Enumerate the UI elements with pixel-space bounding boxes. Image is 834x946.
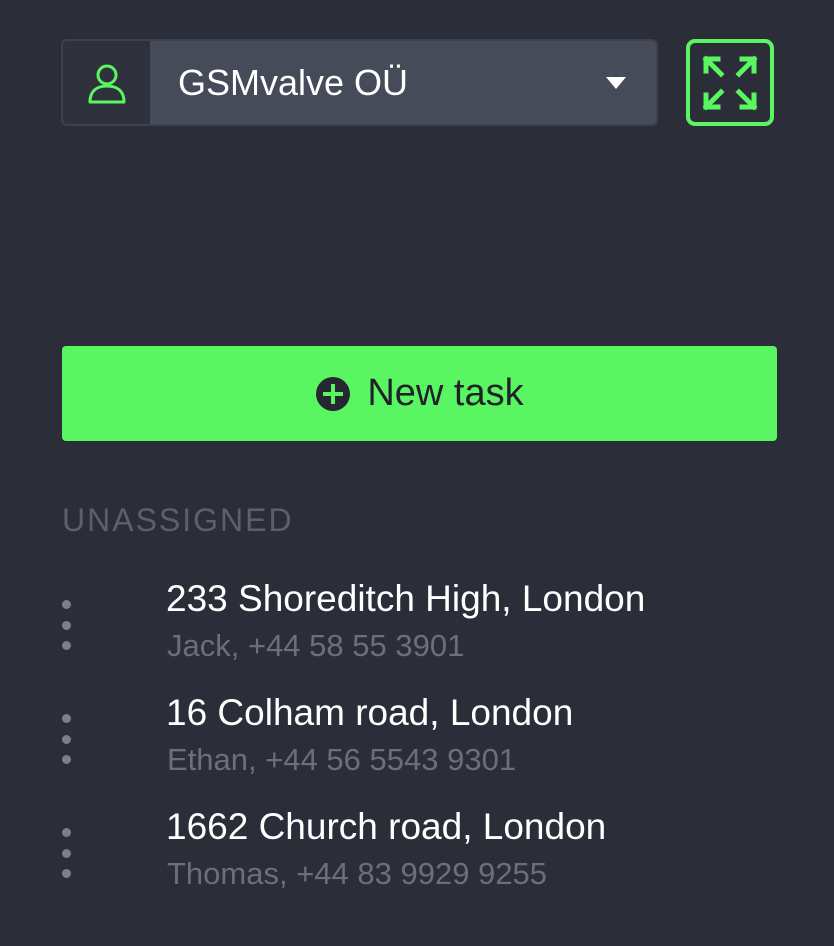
expand-icon xyxy=(702,54,758,111)
organization-select[interactable]: GSMvalve OÜ xyxy=(61,39,658,126)
task-address: 16 Colham road, London xyxy=(166,692,574,733)
drag-handle-icon[interactable] xyxy=(60,828,72,878)
section-title: UNASSIGNED xyxy=(62,502,294,538)
new-task-button[interactable]: New task xyxy=(62,346,777,441)
task-item[interactable]: 1662 Church road, London Thomas, +44 83 … xyxy=(0,806,834,906)
drag-handle-icon[interactable] xyxy=(60,714,72,764)
task-address: 1662 Church road, London xyxy=(166,806,607,847)
task-address: 233 Shoreditch High, London xyxy=(166,578,646,619)
user-icon xyxy=(88,64,125,103)
task-item[interactable]: 16 Colham road, London Ethan, +44 56 554… xyxy=(0,692,834,792)
task-contact: Ethan, +44 56 5543 9301 xyxy=(167,742,517,777)
task-contact: Jack, +44 58 55 3901 xyxy=(167,628,465,663)
task-item[interactable]: 233 Shoreditch High, London Jack, +44 58… xyxy=(0,578,834,678)
org-avatar xyxy=(63,41,150,124)
expand-button[interactable] xyxy=(686,39,774,126)
drag-handle-icon[interactable] xyxy=(60,600,72,650)
plus-circle-icon xyxy=(316,376,351,411)
task-contact: Thomas, +44 83 9929 9255 xyxy=(167,856,548,891)
organization-name: GSMvalve OÜ xyxy=(178,61,409,103)
caret-down-icon xyxy=(576,41,656,124)
new-task-label: New task xyxy=(367,372,524,414)
app-panel: GSMvalve OÜ New task UNASSIGNED 233 Shor… xyxy=(0,0,834,946)
